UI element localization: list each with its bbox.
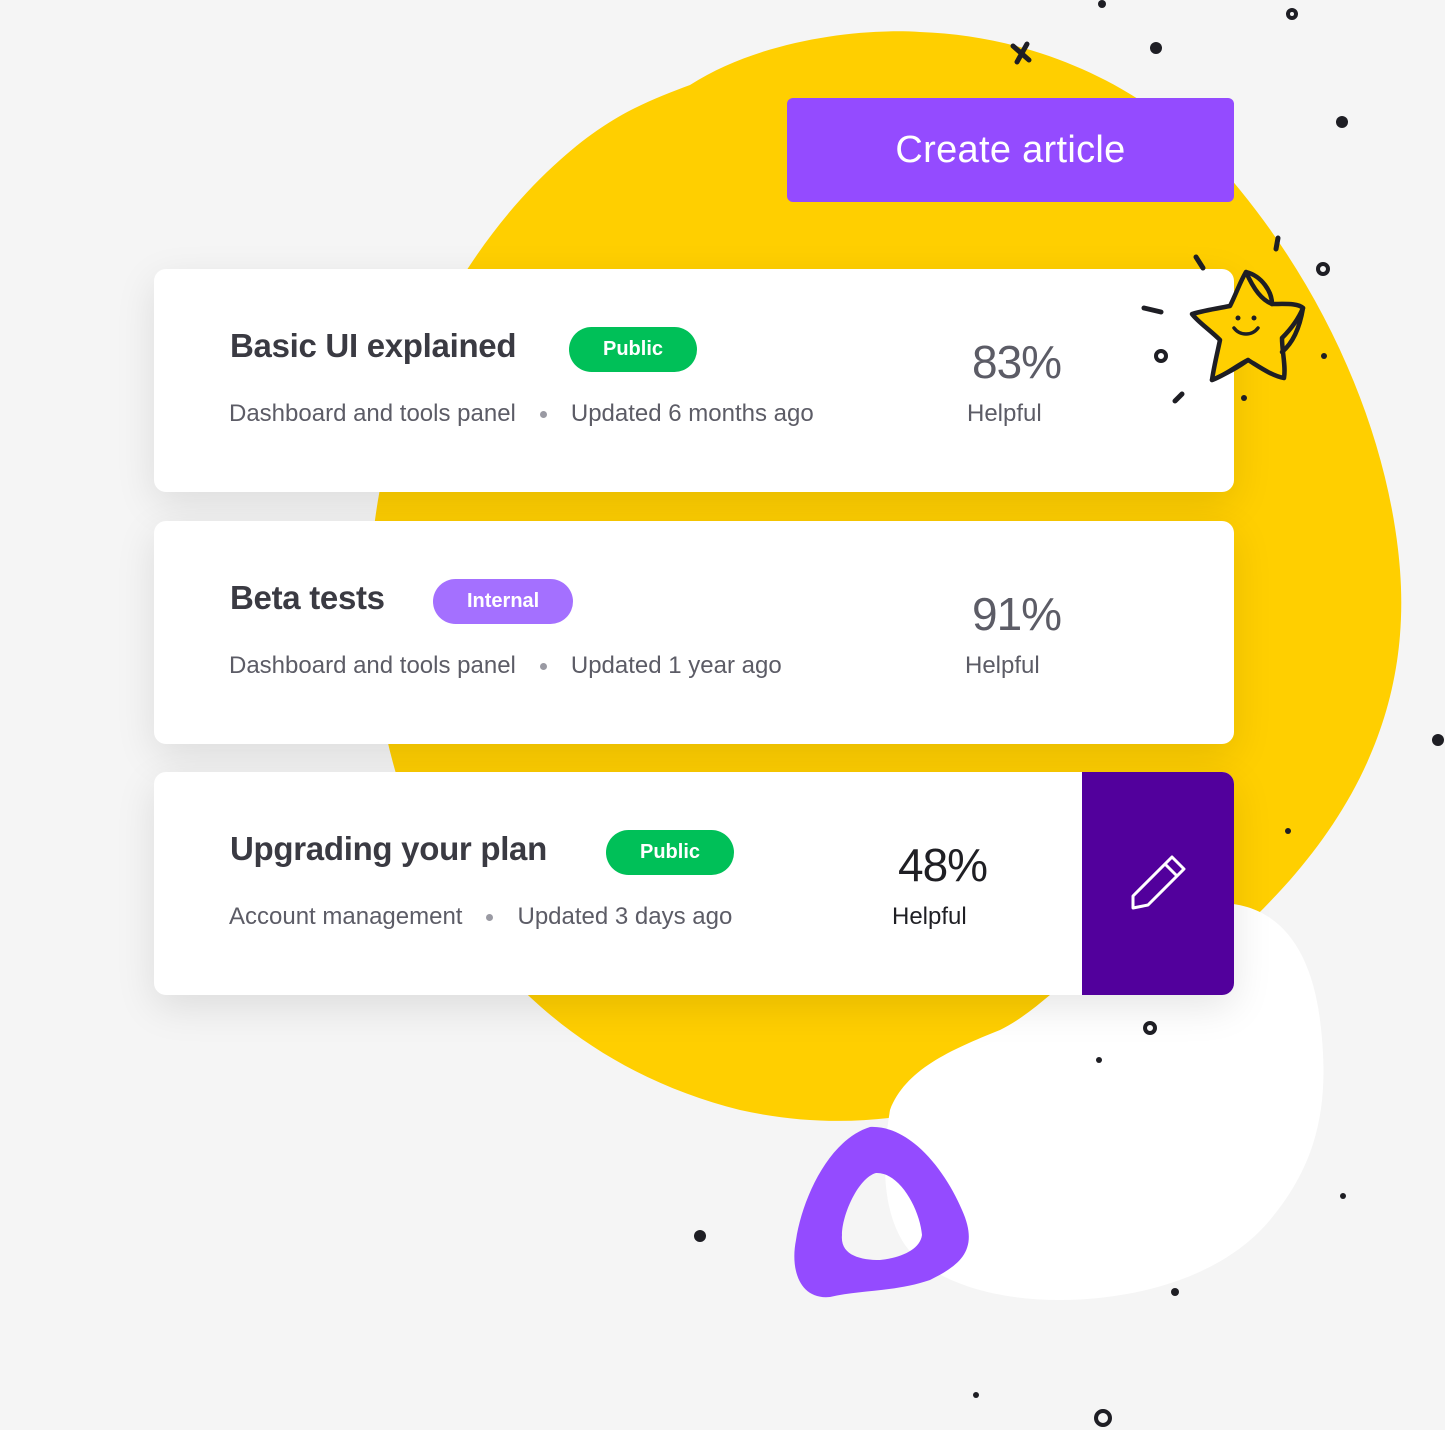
helpful-label: Helpful	[965, 652, 1040, 679]
article-updated: Updated 6 months ago	[570, 400, 814, 427]
helpful-percent: 48%	[898, 839, 988, 891]
article-category: Account management	[229, 903, 463, 930]
separator-dot	[539, 662, 547, 670]
status-badge-internal: Internal	[433, 579, 574, 624]
article-category: Dashboard and tools panel	[229, 652, 516, 679]
helpful-label: Helpful	[967, 400, 1042, 427]
separator-dot	[539, 410, 547, 418]
pencil-icon	[1131, 855, 1186, 909]
edit-article-button[interactable]	[1082, 772, 1234, 995]
helpful-percent: 91%	[972, 588, 1062, 640]
article-updated: Updated 3 days ago	[517, 903, 733, 930]
article-meta: Dashboard and tools panel Updated 6 mont…	[229, 400, 814, 428]
article-category: Dashboard and tools panel	[229, 400, 516, 427]
article-title[interactable]: Upgrading your plan	[230, 830, 547, 868]
helpful-label: Helpful	[892, 903, 967, 930]
article-meta: Account management Updated 3 days ago	[229, 903, 732, 931]
helpful-percent: 83%	[972, 336, 1062, 388]
status-badge-public: Public	[606, 830, 735, 875]
article-title[interactable]: Beta tests	[230, 579, 385, 617]
article-card[interactable]: Beta tests Internal Dashboard and tools …	[154, 521, 1234, 744]
separator-dot	[486, 913, 494, 921]
article-title[interactable]: Basic UI explained	[230, 327, 517, 365]
article-updated: Updated 1 year ago	[570, 652, 782, 679]
article-card[interactable]: Basic UI explained Public Dashboard and …	[154, 269, 1234, 492]
article-card[interactable]: Upgrading your plan Public Account manag…	[154, 772, 1234, 995]
create-article-button[interactable]: Create article	[787, 98, 1234, 202]
status-badge-public: Public	[569, 327, 698, 372]
article-meta: Dashboard and tools panel Updated 1 year…	[229, 652, 782, 680]
